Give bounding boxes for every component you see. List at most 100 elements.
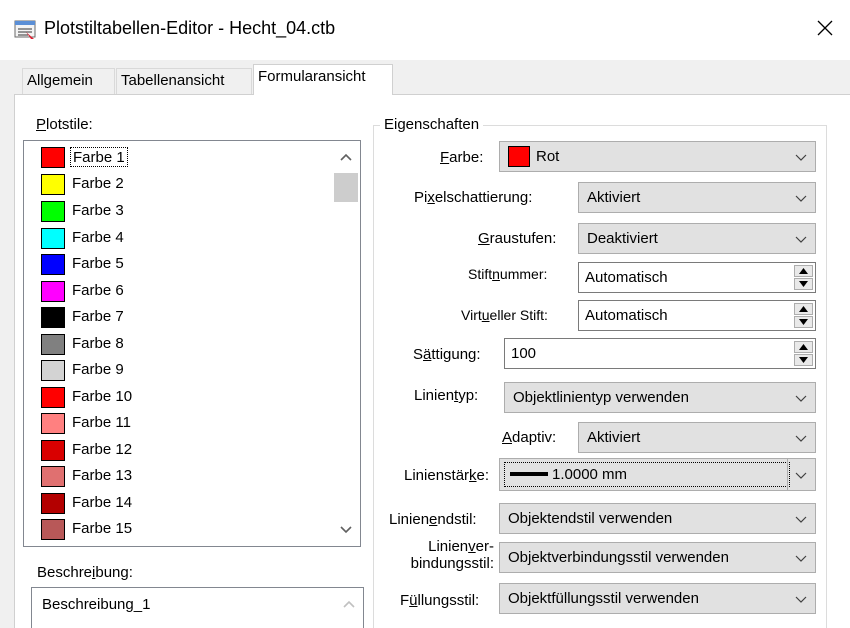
tab-tabellenansicht[interactable]: Tabellenansicht	[116, 68, 252, 94]
spin-down-button[interactable]	[794, 354, 813, 366]
fuellungsstil-label: Füllungsstil:	[400, 592, 480, 609]
tab-allgemein[interactable]: Allgemein	[22, 68, 115, 94]
spin-down-button[interactable]	[794, 316, 813, 328]
list-item[interactable]: Farbe 11	[24, 410, 324, 436]
list-item[interactable]: Farbe 3	[24, 198, 324, 224]
linienverbindungsstil-value: Objektverbindungsstil verwenden	[508, 549, 729, 566]
virtueller-stift-label: Virtueller Stift:	[461, 307, 548, 323]
list-item-label: Farbe 8	[72, 335, 124, 352]
saettigung-value: 100	[511, 345, 537, 362]
saettigung-label: Sättigung:	[413, 346, 481, 363]
pixelschattierung-label: Pixelschattierung:	[414, 189, 533, 206]
chevron-down-icon	[795, 555, 807, 562]
color-swatch	[41, 307, 65, 328]
list-item[interactable]: Farbe 5	[24, 251, 324, 277]
list-item[interactable]: Farbe 15	[24, 516, 324, 542]
color-swatch	[41, 334, 65, 355]
farbe-value: Rot	[536, 148, 560, 165]
list-item-label: Farbe 9	[72, 361, 124, 378]
chevron-down-icon	[795, 596, 807, 603]
farbe-dropdown[interactable]: Rot	[499, 141, 816, 172]
color-swatch	[41, 440, 65, 461]
list-item[interactable]: Farbe 4	[24, 225, 324, 251]
list-item[interactable]: Farbe 12	[24, 437, 324, 463]
chevron-up-icon[interactable]	[343, 600, 355, 608]
chevron-up-icon	[340, 153, 352, 161]
close-button[interactable]	[810, 12, 840, 44]
list-item[interactable]: Farbe 10	[24, 384, 324, 410]
plot-table-editor-icon	[14, 20, 36, 39]
chevron-down-icon	[795, 395, 807, 402]
list-item[interactable]: Farbe 8	[24, 331, 324, 357]
eigenschaften-title: Eigenschaften	[380, 116, 484, 133]
spin-up-button[interactable]	[794, 341, 813, 353]
color-swatch	[41, 466, 65, 487]
list-item-label: Farbe 6	[72, 282, 124, 299]
plotstile-label: Plotstile:	[36, 116, 93, 133]
lineweight-sample	[510, 472, 548, 476]
list-item[interactable]: Farbe 6	[24, 278, 324, 304]
chevron-down-icon	[795, 154, 807, 161]
list-item-label: Farbe 14	[72, 494, 133, 511]
color-swatch	[41, 413, 65, 434]
list-item-label: Farbe 3	[72, 202, 124, 219]
color-swatch	[41, 147, 65, 168]
pixelschattierung-dropdown[interactable]: Aktiviert	[578, 182, 816, 213]
list-item-label: Farbe 2	[72, 175, 124, 192]
stiftnummer-label: Stiftnummer:	[468, 266, 548, 282]
beschreibung-label: Beschreibung:	[37, 564, 133, 581]
color-swatch	[41, 281, 65, 302]
color-swatch	[41, 387, 65, 408]
stiftnummer-value: Automatisch	[585, 269, 668, 286]
fuellungsstil-dropdown[interactable]: Objektfüllungsstil verwenden	[499, 583, 816, 614]
scroll-up-button[interactable]	[332, 143, 360, 171]
linientyp-label: Linientyp:	[414, 387, 479, 404]
tab-strip: Allgemein Tabellenansicht Formularansich…	[0, 60, 850, 95]
linienstaerke-value: 1.0000 mm	[552, 466, 628, 483]
list-item[interactable]: Farbe 13	[24, 463, 324, 489]
stiftnummer-spinner[interactable]: Automatisch	[578, 262, 816, 293]
linienstaerke-dropdown[interactable]: 1.0000 mm	[499, 458, 816, 491]
title-bar: Plotstiltabellen-Editor - Hecht_04.ctb	[0, 0, 850, 60]
window-title: Plotstiltabellen-Editor - Hecht_04.ctb	[44, 18, 336, 38]
triangle-down-icon	[799, 319, 808, 325]
linienendstil-dropdown[interactable]: Objektendstil verwenden	[499, 503, 816, 534]
linienendstil-value: Objektendstil verwenden	[508, 510, 673, 527]
scroll-down-button[interactable]	[332, 516, 360, 544]
linientyp-dropdown[interactable]: Objektlinientyp verwenden	[504, 382, 816, 413]
spin-down-button[interactable]	[794, 278, 813, 290]
tab-formularansicht[interactable]: Formularansicht	[253, 64, 393, 95]
list-scrollbar[interactable]	[332, 141, 360, 546]
spin-up-button[interactable]	[794, 303, 813, 315]
chevron-down-icon	[340, 526, 352, 534]
linienstaerke-label: Linienstärke:	[404, 467, 490, 484]
color-swatch	[41, 519, 65, 540]
farbe-label: Farbe:	[440, 149, 484, 166]
chevron-down-icon	[795, 236, 807, 243]
triangle-down-icon	[799, 357, 808, 363]
beschreibung-textarea[interactable]: Beschreibung_1	[31, 587, 364, 628]
saettigung-spinner[interactable]: 100	[504, 338, 816, 369]
list-item-label: Farbe 11	[72, 414, 131, 431]
graustufen-dropdown[interactable]: Deaktiviert	[578, 223, 816, 254]
linienverbindungsstil-dropdown[interactable]: Objektverbindungsstil verwenden	[499, 542, 816, 573]
list-item[interactable]: Farbe 7	[24, 304, 324, 330]
graustufen-label: Graustufen:	[478, 230, 557, 247]
linientyp-value: Objektlinientyp verwenden	[513, 389, 689, 406]
chevron-down-icon	[795, 195, 807, 202]
linienverbindungsstil-label: Linienver-bindungsstil:	[410, 538, 494, 572]
scroll-thumb[interactable]	[334, 173, 358, 202]
farbe-swatch	[508, 146, 530, 167]
color-swatch	[41, 174, 65, 195]
plotstile-listbox[interactable]: Farbe 1 Farbe 2 Farbe 3 Farbe 4 Farbe 5 …	[23, 140, 361, 547]
list-item[interactable]: Farbe 2	[24, 171, 324, 197]
chevron-down-icon	[795, 472, 807, 479]
list-item[interactable]: Farbe 14	[24, 490, 324, 516]
chevron-down-icon	[795, 435, 807, 442]
color-swatch	[41, 228, 65, 249]
spin-up-button[interactable]	[794, 265, 813, 277]
adaptiv-dropdown[interactable]: Aktiviert	[578, 422, 816, 453]
virtueller-stift-spinner[interactable]: Automatisch	[578, 300, 816, 331]
list-item[interactable]: Farbe 9	[24, 357, 324, 383]
list-item[interactable]: Farbe 1	[24, 144, 324, 170]
